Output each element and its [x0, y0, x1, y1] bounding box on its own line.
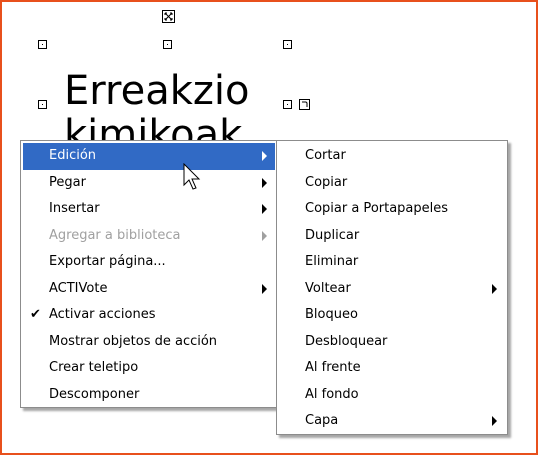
menu-item-label: Voltear	[305, 280, 351, 296]
menu-item-activar-acciones[interactable]: ✔ Activar acciones	[23, 302, 275, 329]
menu-item-label: Copiar	[305, 174, 348, 190]
submenu-item-bloqueo[interactable]: Bloqueo	[279, 302, 505, 329]
menu-item-label: Al frente	[305, 360, 361, 375]
submenu-item-capa[interactable]: Capa	[279, 408, 505, 435]
submenu-item-eliminar[interactable]: Eliminar	[279, 249, 505, 276]
submenu-arrow-icon	[492, 416, 497, 427]
selection-handle-icon[interactable]	[38, 40, 47, 49]
menu-item-label: Insertar	[49, 201, 100, 216]
menu-item-label: Eliminar	[305, 254, 359, 269]
menu-item-label: Al fondo	[305, 386, 359, 402]
menu-item-label: Exportar página...	[49, 254, 166, 269]
menu-item-label: Pegar	[49, 174, 86, 190]
selection-handle-icon[interactable]	[38, 100, 47, 109]
menu-item-edicion[interactable]: Edición	[23, 143, 275, 170]
selection-handle-icon[interactable]	[283, 100, 292, 109]
submenu-item-desbloquear[interactable]: Desbloquear	[279, 329, 505, 356]
menu-item-label: Capa	[305, 413, 339, 428]
menu-item-label: Duplicar	[305, 227, 360, 243]
menu-item-label: Edición	[49, 148, 97, 163]
submenu-arrow-icon	[262, 204, 267, 215]
menu-item-label: Descomponer	[49, 386, 140, 402]
rotate-handle-icon[interactable]	[162, 10, 175, 23]
menu-item-label: Activar acciones	[49, 307, 156, 322]
menu-item-exportar-pagina[interactable]: Exportar página...	[23, 249, 275, 276]
submenu-arrow-icon	[262, 230, 267, 241]
menu-item-agregar-a-biblioteca: Agregar a biblioteca	[23, 223, 275, 250]
submenu-item-copiar[interactable]: Copiar	[279, 170, 505, 197]
submenu-arrow-icon	[262, 283, 267, 294]
submenu-item-al-frente[interactable]: Al frente	[279, 355, 505, 382]
menu-item-descomponer[interactable]: Descomponer	[23, 382, 275, 409]
submenu-item-duplicar[interactable]: Duplicar	[279, 223, 505, 250]
menu-item-label: Bloqueo	[305, 307, 358, 322]
submenu-item-copiar-a-portapapeles[interactable]: Copiar a Portapapeles	[279, 196, 505, 223]
menu-item-crear-teletipo[interactable]: Crear teletipo	[23, 355, 275, 382]
menu-item-label: Cortar	[305, 148, 346, 163]
menu-item-label: Desbloquear	[305, 333, 388, 349]
context-menu: Edición Pegar Insertar Agregar a bibliot…	[20, 140, 278, 408]
submenu-item-voltear[interactable]: Voltear	[279, 276, 505, 303]
skew-handle-icon[interactable]	[299, 99, 310, 110]
canvas-text-line-1[interactable]: Erreakzio	[64, 68, 249, 114]
menu-item-label: ACTIVote	[49, 280, 108, 296]
submenu-arrow-icon	[492, 283, 497, 294]
menu-item-pegar[interactable]: Pegar	[23, 170, 275, 197]
arrow-cursor-icon	[183, 163, 201, 190]
submenu-arrow-icon	[262, 151, 267, 162]
menu-item-activote[interactable]: ACTIVote	[23, 276, 275, 303]
menu-item-label: Copiar a Portapapeles	[305, 201, 449, 216]
selection-handle-icon[interactable]	[163, 40, 172, 49]
submenu-item-cortar[interactable]: Cortar	[279, 143, 505, 170]
menu-item-label: Agregar a biblioteca	[49, 227, 181, 243]
menu-item-mostrar-objetos-de-accion[interactable]: Mostrar objetos de acción	[23, 329, 275, 356]
checkmark-icon: ✔	[30, 307, 41, 322]
selection-handle-icon[interactable]	[283, 40, 292, 49]
menu-item-insertar[interactable]: Insertar	[23, 196, 275, 223]
submenu-arrow-icon	[262, 177, 267, 188]
edicion-submenu: Cortar Copiar Copiar a Portapapeles Dupl…	[276, 140, 508, 435]
submenu-item-al-fondo[interactable]: Al fondo	[279, 382, 505, 409]
menu-item-label: Mostrar objetos de acción	[49, 333, 218, 349]
menu-item-label: Crear teletipo	[49, 360, 139, 375]
